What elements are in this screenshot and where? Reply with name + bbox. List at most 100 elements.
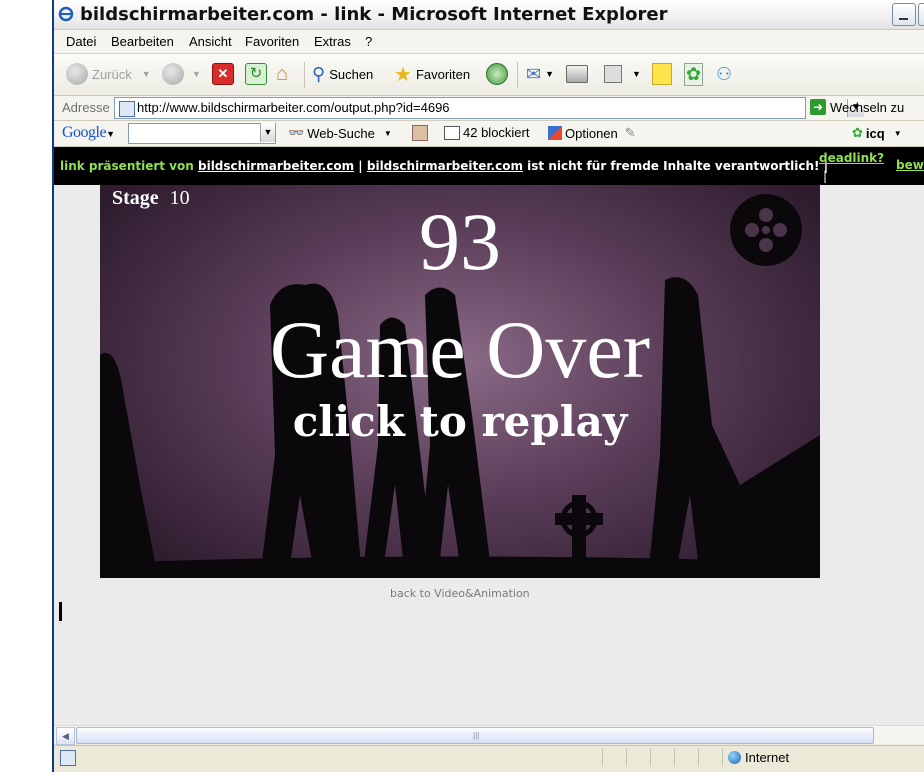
menu-bearbeiten[interactable]: Bearbeiten xyxy=(111,34,174,49)
score: 93 xyxy=(419,196,501,287)
replay-button[interactable]: click to replay xyxy=(100,397,820,446)
notes-button[interactable] xyxy=(652,62,672,86)
status-divider xyxy=(698,748,699,766)
mail-button[interactable]: ✉ ▼ xyxy=(526,62,554,86)
blocked-label: 42 blockiert xyxy=(463,125,530,140)
status-divider xyxy=(722,748,723,766)
edit-button[interactable]: ▼ xyxy=(604,62,641,86)
deadlink-link[interactable]: deadlink? xyxy=(819,151,884,165)
icq-label: icq xyxy=(865,125,885,141)
history-button[interactable] xyxy=(486,62,508,86)
ie-logo-icon xyxy=(58,6,74,22)
news-button[interactable] xyxy=(412,125,428,141)
status-divider xyxy=(674,748,675,766)
horizontal-scrollbar[interactable]: ◀ ||| xyxy=(54,725,924,745)
back-arrow-icon xyxy=(66,63,88,85)
go-button[interactable]: ➜ Wechseln zu xyxy=(810,99,904,115)
text-cursor xyxy=(59,602,62,621)
web-search-label: Web-Suche xyxy=(307,125,375,141)
options-label: Optionen xyxy=(565,125,618,141)
forward-dropdown-icon[interactable]: ▼ xyxy=(192,69,201,79)
printer-icon xyxy=(566,65,588,83)
web-search-dropdown-icon[interactable]: ▼ xyxy=(384,129,392,138)
star-icon: ★ xyxy=(394,63,412,86)
maximize-button[interactable] xyxy=(918,3,924,26)
news-icon xyxy=(412,125,428,141)
menu-help[interactable]: ? xyxy=(365,34,372,49)
search-label: Suchen xyxy=(329,66,374,82)
flower-icon: ✿ xyxy=(684,62,704,86)
stop-icon: ✕ xyxy=(212,63,234,85)
messenger-button[interactable]: ⚇ xyxy=(716,62,732,86)
menu-favoriten[interactable]: Favoriten xyxy=(245,34,299,49)
mail-icon: ✉ xyxy=(526,63,542,84)
mail-dropdown-icon[interactable]: ▼ xyxy=(545,69,554,79)
status-divider xyxy=(602,748,603,766)
banner-cursor: | xyxy=(823,169,828,183)
home-button[interactable]: ⌂ xyxy=(276,62,288,86)
address-url[interactable]: http://www.bildschirmarbeiter.com/output… xyxy=(137,100,450,115)
binoculars-icon: 👓 xyxy=(288,125,305,140)
banner-pipe: | xyxy=(358,159,363,173)
back-button[interactable]: Zurück ▼ xyxy=(66,62,151,86)
back-dropdown-icon[interactable]: ▼ xyxy=(142,69,151,79)
popup-blocker-button[interactable]: 42 blockiert xyxy=(444,125,529,140)
menu-ansicht[interactable]: Ansicht xyxy=(189,34,232,49)
forward-button[interactable]: ▼ xyxy=(162,62,201,86)
status-page-icon xyxy=(60,750,76,766)
go-label: Wechseln zu xyxy=(830,99,905,115)
zone-label: Internet xyxy=(745,750,790,765)
icq-dropdown-icon[interactable]: ▼ xyxy=(894,129,902,138)
address-bar: Adresse http://www.bildschirmarbeiter.co… xyxy=(54,96,924,121)
menu-datei[interactable]: Datei xyxy=(66,34,96,49)
game-area[interactable]: Stage 10 93 Game Over click to replay xyxy=(100,185,820,578)
status-divider xyxy=(650,748,651,766)
rate-link[interactable]: bew xyxy=(896,158,924,172)
popup-blocker-icon xyxy=(444,125,460,140)
go-arrow-icon: ➜ xyxy=(810,99,826,115)
edit-dropdown-icon[interactable]: ▼ xyxy=(632,69,641,79)
favorites-button[interactable]: ★ Favoriten xyxy=(394,62,470,86)
home-icon: ⌂ xyxy=(276,62,289,85)
note-icon xyxy=(652,63,672,85)
scroll-left-icon[interactable]: ◀ xyxy=(56,727,75,745)
page-content: link präsentiert von bildschirmarbeiter.… xyxy=(54,147,924,725)
toolbar-separator xyxy=(304,62,305,88)
google-toolbar: Google▼ ▼ 👓 Web-Suche ▼ 42 blockiert Opt… xyxy=(54,121,924,147)
banner-prefix: link präsentiert von xyxy=(60,159,194,173)
search-button[interactable]: ⚲ Suchen xyxy=(312,62,373,86)
site-banner: link präsentiert von bildschirmarbeiter.… xyxy=(54,147,924,185)
options-button[interactable]: Optionen ✎ xyxy=(548,125,636,141)
history-icon xyxy=(486,63,508,85)
google-logo[interactable]: Google▼ xyxy=(62,124,115,142)
page-icon xyxy=(119,101,135,117)
stop-button[interactable]: ✕ xyxy=(212,62,234,86)
scrollbar-thumb[interactable]: ||| xyxy=(76,727,874,744)
banner-site-link-1[interactable]: bildschirmarbeiter.com xyxy=(198,159,354,173)
pencil-icon[interactable]: ✎ xyxy=(625,125,636,141)
banner-disclaimer: ist nicht für fremde Inhalte verantwortl… xyxy=(527,159,820,173)
icq-button[interactable]: ✿ icq ▼ xyxy=(852,125,902,141)
options-icon xyxy=(548,126,562,140)
search-icon: ⚲ xyxy=(312,63,326,84)
icq-flower-icon: ✿ xyxy=(852,125,863,140)
banner-site-link-2[interactable]: bildschirmarbeiter.com xyxy=(367,159,523,173)
globe-icon xyxy=(728,751,741,764)
window-title: bildschirmarbeiter.com - link - Microsof… xyxy=(80,4,668,25)
back-label: Zurück xyxy=(92,66,132,82)
print-button[interactable] xyxy=(566,62,588,86)
menu-bar: Datei Bearbeiten Ansicht Favoriten Extra… xyxy=(54,30,924,54)
web-search-button[interactable]: 👓 Web-Suche ▼ xyxy=(288,125,392,141)
title-bar: bildschirmarbeiter.com - link - Microsof… xyxy=(54,0,924,30)
messenger-icon: ⚇ xyxy=(716,63,733,84)
address-field[interactable]: http://www.bildschirmarbeiter.com/output… xyxy=(114,97,864,119)
menu-extras[interactable]: Extras xyxy=(314,34,351,49)
refresh-button[interactable]: ↻ xyxy=(245,62,267,86)
google-search-input[interactable] xyxy=(128,123,276,144)
google-search-dropdown-icon[interactable]: ▼ xyxy=(260,123,275,142)
icq-toolbar-button[interactable]: ✿ xyxy=(684,62,704,86)
google-dropdown-icon[interactable]: ▼ xyxy=(106,129,115,139)
minimize-button[interactable] xyxy=(892,3,916,26)
back-to-video-link[interactable]: back to Video&Animation xyxy=(390,587,530,600)
google-logo-text: Google xyxy=(62,124,107,141)
